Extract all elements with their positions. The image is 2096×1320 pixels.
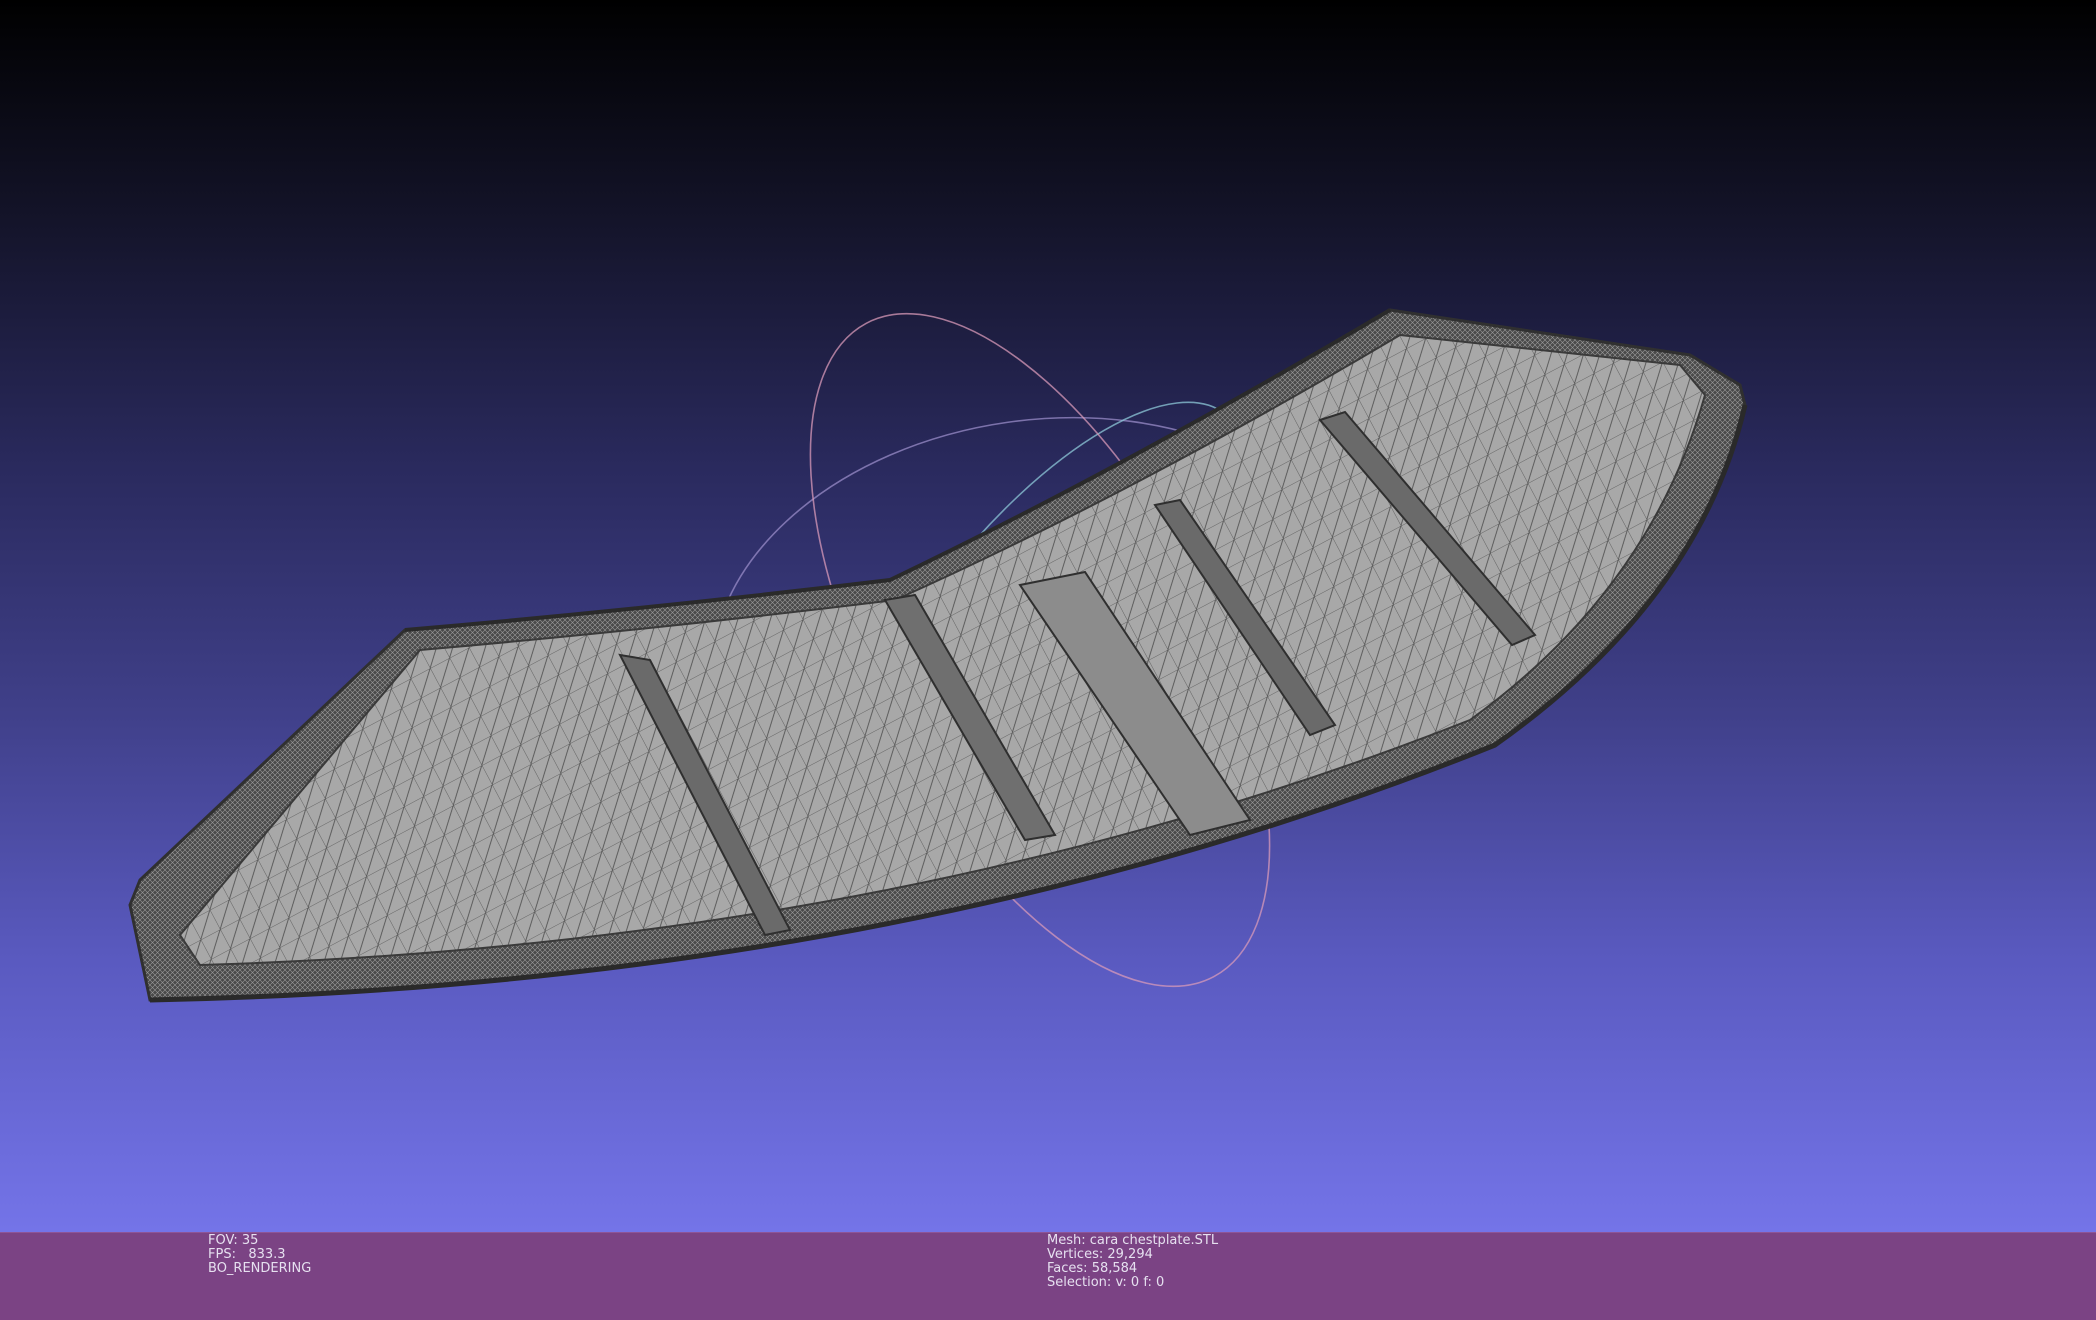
selection-label: Selection: <box>1047 1275 1112 1290</box>
fov-value: 35 <box>241 1233 259 1248</box>
fov-label: FOV: <box>208 1233 238 1248</box>
mesh-render[interactable] <box>0 0 2096 1232</box>
chestplate-mesh[interactable] <box>128 308 1748 1003</box>
mesh-name: cara chestplate.STL <box>1089 1233 1219 1248</box>
fov-readout: FOV: 35 <box>208 1234 311 1248</box>
vertices-label: Vertices: <box>1047 1247 1104 1262</box>
vertices-readout: Vertices: 29,294 <box>1047 1248 1218 1262</box>
vertices-value: 29,294 <box>1107 1247 1153 1262</box>
fps-label: FPS: <box>208 1247 236 1262</box>
mesh-name-readout: Mesh: cara chestplate.STL <box>1047 1234 1218 1248</box>
render-mode: BO_RENDERING <box>208 1261 312 1276</box>
meshlab-window: FOV: 35 FPS: 833.3 BO_RENDERING Mesh: ca… <box>0 0 2096 1320</box>
fps-readout: FPS: 833.3 <box>208 1248 311 1262</box>
faces-value: 58,584 <box>1091 1261 1138 1276</box>
mesh-info: Mesh: cara chestplate.STL Vertices: 29,2… <box>1047 1234 1218 1290</box>
view-info: FOV: 35 FPS: 833.3 BO_RENDERING <box>208 1234 311 1276</box>
faces-readout: Faces: 58,584 <box>1047 1262 1218 1276</box>
selection-readout: Selection: v: 0 f: 0 <box>1047 1276 1218 1290</box>
faces-label: Faces: <box>1047 1261 1088 1276</box>
mesh-label: Mesh: <box>1047 1233 1086 1248</box>
fps-value: 833.3 <box>248 1247 286 1262</box>
3d-viewport[interactable] <box>0 0 2096 1232</box>
selection-value: v: 0 f: 0 <box>1115 1275 1165 1290</box>
